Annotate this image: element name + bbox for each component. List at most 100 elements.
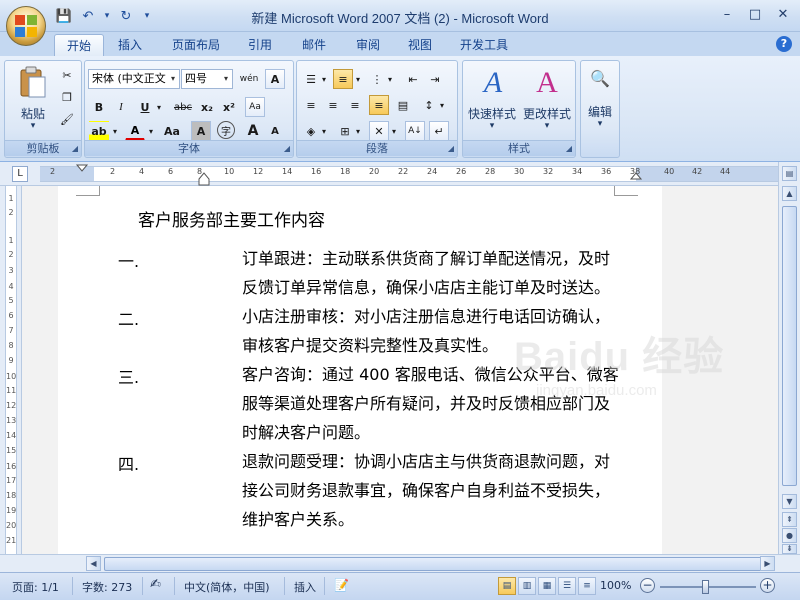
chinese-layout-icon[interactable]: ✕	[369, 121, 389, 141]
subscript-button[interactable]: x₂	[197, 97, 217, 117]
enclose-characters-button[interactable]: 字	[217, 121, 235, 139]
bold-button[interactable]: B	[89, 97, 109, 117]
browse-object-icon[interactable]: ●	[782, 528, 797, 543]
outline-view-icon[interactable]: ☰	[558, 577, 576, 595]
editing-label[interactable]: 编辑	[581, 103, 619, 120]
page-count[interactable]: 页面: 1/1	[12, 579, 59, 595]
change-styles-icon[interactable]: A	[523, 65, 571, 101]
borders-dropdown-icon[interactable]: ▾	[353, 121, 363, 141]
underline-dropdown-icon[interactable]: ▾	[153, 97, 165, 117]
font-name-combo[interactable]: 宋体 (中文正文 ▾	[88, 69, 180, 89]
superscript-button[interactable]: x²	[219, 97, 239, 117]
close-icon[interactable]: ✕	[770, 4, 796, 24]
change-styles-label[interactable]: 更改样式	[517, 105, 577, 122]
numbering-icon[interactable]: ≡	[333, 69, 353, 89]
hanging-indent-marker[interactable]	[198, 172, 210, 186]
justify-icon[interactable]: ≡	[369, 95, 389, 115]
tab-mailings[interactable]: 邮件	[290, 34, 338, 56]
binoculars-icon[interactable]: 🔍	[585, 65, 615, 91]
insert-mode[interactable]: 插入	[294, 579, 316, 595]
full-screen-reading-icon[interactable]: ▥	[518, 577, 536, 595]
numbering-dropdown-icon[interactable]: ▾	[353, 69, 363, 89]
scroll-down-icon[interactable]: ▼	[782, 494, 797, 509]
vertical-ruler[interactable]: 1 2 1 2 3 4 5 6 7 8 9 10 11 12 13 14 15 …	[0, 186, 22, 554]
proofing-icon[interactable]: ✍	[150, 577, 161, 592]
align-right-icon[interactable]: ≡	[345, 95, 365, 115]
draft-view-icon[interactable]: ≡	[578, 577, 596, 595]
document-page[interactable]: 客户服务部主要工作内容 一. 订单跟进：主动联系供货商了解订单配送情况，及时 反…	[58, 186, 662, 554]
next-page-icon[interactable]: ⇟	[782, 544, 797, 554]
tab-references[interactable]: 引用	[236, 34, 284, 56]
font-color-button[interactable]: A	[125, 121, 145, 141]
grow-font-button[interactable]: A	[243, 121, 263, 141]
character-border-button[interactable]: A	[265, 69, 285, 89]
scroll-left-icon[interactable]: ◀	[86, 556, 101, 571]
minimize-icon[interactable]: –	[714, 4, 740, 24]
ruler-toggle-icon[interactable]: ▤	[782, 166, 797, 181]
language[interactable]: 中文(简体，中国)	[184, 579, 270, 595]
show-marks-icon[interactable]: ↵	[429, 121, 449, 141]
tab-review[interactable]: 审阅	[344, 34, 392, 56]
font-color-dropdown-icon[interactable]: ▾	[145, 121, 157, 141]
right-indent-marker[interactable]	[630, 172, 642, 186]
multilevel-list-icon[interactable]: ⋮	[367, 69, 387, 89]
maximize-icon[interactable]: □	[742, 4, 768, 24]
font-size-combo[interactable]: 四号 ▾	[181, 69, 233, 89]
increase-indent-icon[interactable]: ⇥	[425, 69, 445, 89]
sort-icon[interactable]: A↓	[405, 121, 425, 141]
font-name-dropdown-icon[interactable]: ▾	[167, 70, 179, 88]
print-layout-view-icon[interactable]: ▤	[498, 577, 516, 595]
web-layout-icon[interactable]: ▦	[538, 577, 556, 595]
zoom-in-icon[interactable]: +	[760, 578, 775, 593]
document-heading[interactable]: 客户服务部主要工作内容	[138, 206, 325, 231]
borders-icon[interactable]: ⊞	[335, 121, 355, 141]
vertical-scrollbar[interactable]: ▤ ▲ ▼ ⇞ ● ⇟	[778, 162, 800, 554]
highlight-button[interactable]: ab	[89, 121, 109, 141]
zoom-slider-thumb[interactable]	[702, 580, 709, 594]
tab-developer[interactable]: 开发工具	[448, 34, 520, 56]
character-shading-button[interactable]: A	[191, 121, 211, 141]
zoom-out-icon[interactable]: −	[640, 578, 655, 593]
quick-styles-icon[interactable]: A	[469, 65, 517, 101]
copy-icon[interactable]: ❐	[57, 87, 77, 107]
office-button[interactable]	[6, 6, 46, 46]
help-icon[interactable]: ?	[776, 36, 792, 52]
bullets-dropdown-icon[interactable]: ▾	[319, 69, 329, 89]
document-area[interactable]: 客户服务部主要工作内容 一. 订单跟进：主动联系供货商了解订单配送情况，及时 反…	[22, 186, 778, 554]
horizontal-scroll-thumb[interactable]	[104, 557, 772, 571]
bullets-icon[interactable]: ☰	[301, 69, 321, 89]
underline-button[interactable]: U	[135, 97, 155, 117]
previous-page-icon[interactable]: ⇞	[782, 512, 797, 527]
paragraph-launcher-icon[interactable]: ◢	[448, 144, 454, 153]
decrease-indent-icon[interactable]: ⇤	[403, 69, 423, 89]
cut-icon[interactable]: ✂	[57, 65, 77, 85]
shading-icon[interactable]: ◈	[301, 121, 321, 141]
change-case-button[interactable]: Aa	[159, 121, 185, 141]
quick-styles-label[interactable]: 快速样式	[463, 105, 521, 122]
align-left-icon[interactable]: ≡	[301, 95, 321, 115]
scroll-up-icon[interactable]: ▲	[782, 186, 797, 201]
vertical-scroll-thumb[interactable]	[782, 206, 797, 486]
scroll-right-icon[interactable]: ▶	[760, 556, 775, 571]
change-styles-dropdown-icon[interactable]: ▾	[517, 121, 577, 131]
tab-home[interactable]: 开始	[54, 34, 105, 56]
tab-view[interactable]: 视图	[396, 34, 444, 56]
tab-selector[interactable]: L	[12, 166, 28, 182]
tab-insert[interactable]: 插入	[106, 34, 154, 56]
first-line-indent-marker[interactable]	[76, 164, 88, 186]
paste-dropdown-icon[interactable]: ▾	[13, 121, 53, 131]
horizontal-ruler[interactable]: 2 2 4 6 8 10 12 14 16 18 20 22 24 26 28 …	[0, 162, 800, 186]
font-launcher-icon[interactable]: ◢	[284, 144, 290, 153]
clipboard-launcher-icon[interactable]: ◢	[72, 144, 78, 153]
strikethrough-button[interactable]: abc	[171, 97, 195, 117]
chinese-layout-dropdown-icon[interactable]: ▾	[389, 121, 399, 141]
shading-dropdown-icon[interactable]: ▾	[319, 121, 329, 141]
styles-launcher-icon[interactable]: ◢	[566, 144, 572, 153]
clear-formatting-button[interactable]: Aa	[245, 97, 265, 117]
multilevel-dropdown-icon[interactable]: ▾	[385, 69, 395, 89]
highlight-dropdown-icon[interactable]: ▾	[109, 121, 121, 141]
line-spacing-icon[interactable]: ↕	[419, 95, 439, 115]
tab-page-layout[interactable]: 页面布局	[160, 34, 232, 56]
macro-record-icon[interactable]: 📝	[334, 578, 349, 592]
word-count[interactable]: 字数: 273	[82, 579, 132, 595]
